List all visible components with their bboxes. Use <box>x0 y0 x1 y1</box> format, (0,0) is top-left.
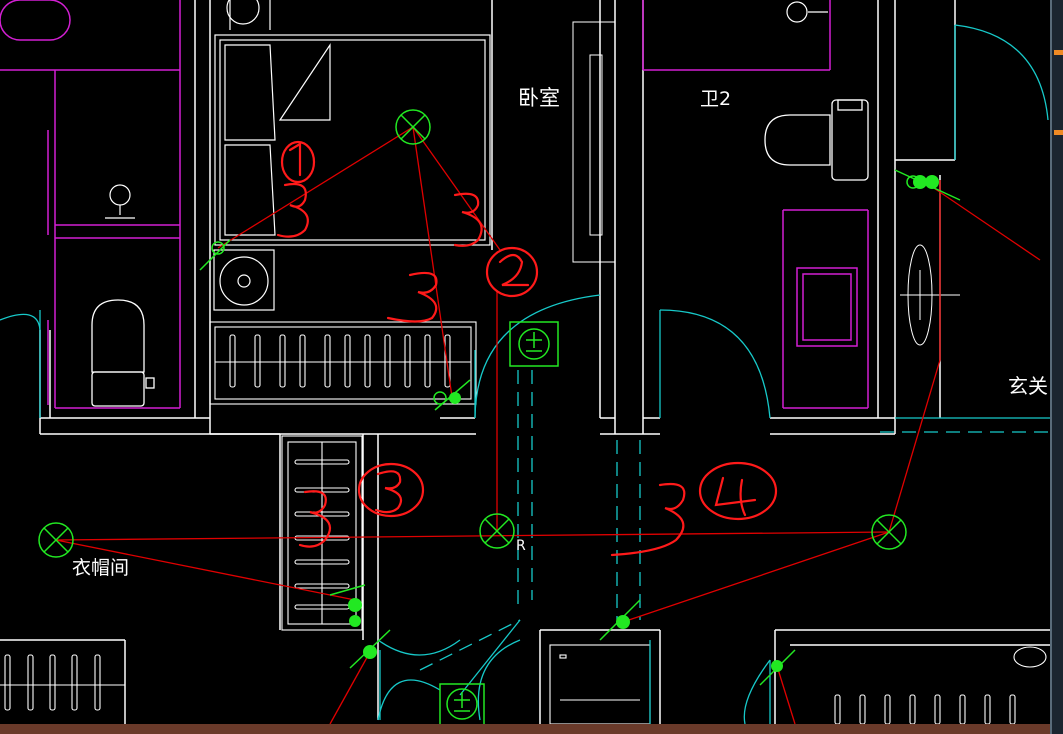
room-label-bedroom: 卧室 <box>518 86 560 110</box>
side-panel-chip <box>1054 50 1063 55</box>
bed <box>214 0 491 246</box>
ceiling-light-bedroom <box>395 109 431 145</box>
light-fixtures <box>38 109 961 729</box>
side-panel-strip[interactable] <box>1050 0 1063 734</box>
foyer-cabinet <box>900 244 960 346</box>
washer-symbols <box>105 0 828 311</box>
room-label-foyer: 玄关 <box>1008 374 1048 398</box>
magenta-fixtures <box>0 0 869 409</box>
toilet-left <box>91 299 155 407</box>
wardrobe-bottom-left <box>0 654 125 711</box>
r-tag: R <box>516 538 526 554</box>
handwritten-annotations <box>276 140 778 557</box>
socket-bottom <box>439 683 485 729</box>
toilet-bath2 <box>764 99 869 181</box>
background-window-strip <box>0 724 1050 734</box>
wiring <box>55 126 1041 725</box>
wardrobe-bottom-right <box>549 644 1047 725</box>
door-swings <box>0 24 1050 725</box>
wardrobe-bedroom <box>209 321 477 405</box>
room-label-cloakroom: 衣帽间 <box>72 557 130 579</box>
side-panel-chip <box>1054 130 1063 135</box>
room-label-bathroom2: 卫2 <box>700 88 732 110</box>
sliding-door <box>572 21 616 263</box>
cad-drawing-canvas[interactable]: 卧室 卫2 玄关 衣帽间 R <box>0 0 1063 734</box>
socket-hall <box>509 321 559 367</box>
